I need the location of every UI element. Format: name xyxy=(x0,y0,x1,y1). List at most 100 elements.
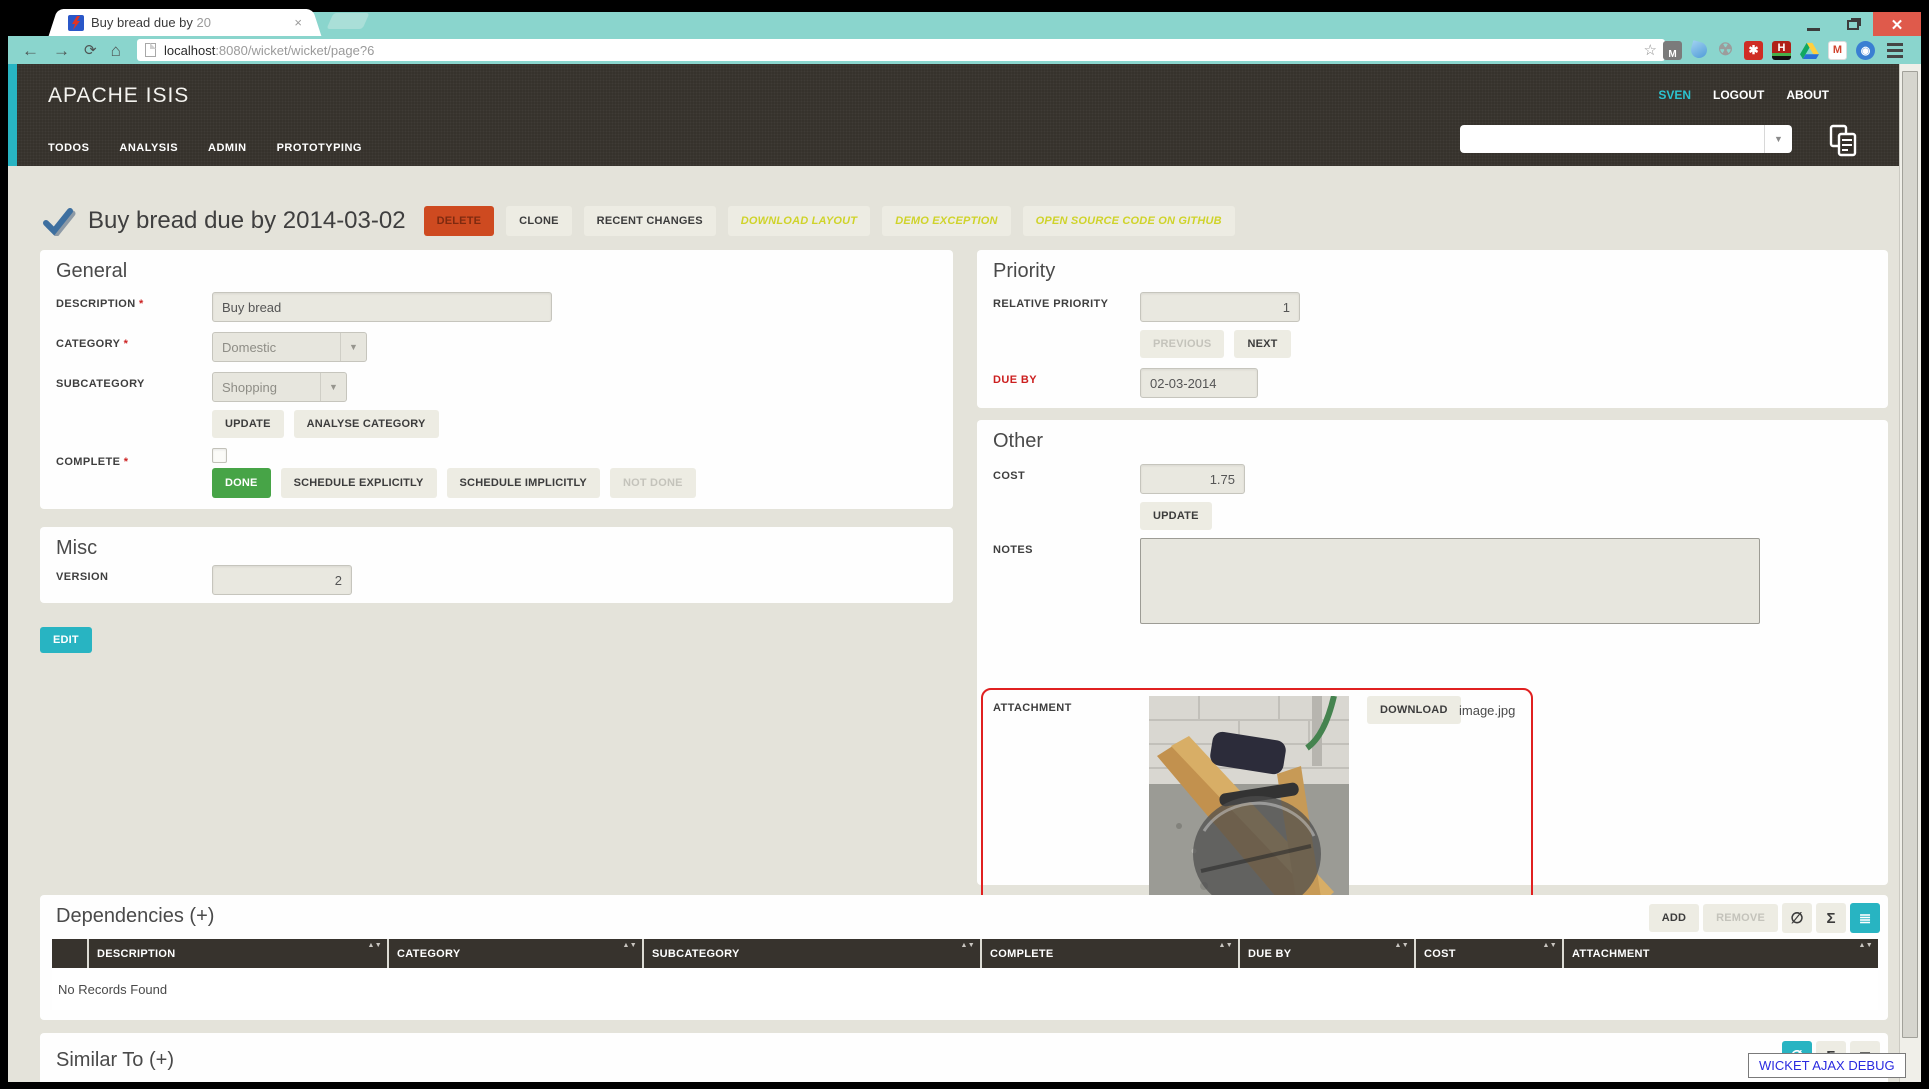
home-icon[interactable]: ⌂ xyxy=(111,42,121,59)
open-source-code-button[interactable]: OPEN SOURCE CODE ON GITHUB xyxy=(1023,206,1235,236)
extension-camera-icon[interactable]: ◉ xyxy=(1856,41,1875,60)
attachment-filename: image.jpg xyxy=(1459,703,1515,718)
list-view-icon[interactable]: ≣ xyxy=(1850,903,1880,933)
cost-field[interactable] xyxy=(1140,464,1245,494)
column-header[interactable]: DUE BY▲▼ xyxy=(1239,939,1415,968)
restore-button[interactable] xyxy=(1833,12,1873,38)
extension-feather-icon[interactable] xyxy=(1689,40,1709,60)
scrollbar-thumb[interactable] xyxy=(1902,71,1918,1038)
cost-update-button[interactable]: UPDATE xyxy=(1140,502,1212,530)
menu-item-analysis[interactable]: ANALYSIS xyxy=(119,142,178,154)
browser-tab[interactable]: Buy bread due by 20 × xyxy=(60,9,310,36)
tab-strip: Buy bread due by 20 × ✕ xyxy=(8,0,1921,36)
extension-radiation-icon[interactable]: ☢ xyxy=(1716,41,1735,60)
download-layout-button[interactable]: DOWNLOAD LAYOUT xyxy=(728,206,870,236)
description-field[interactable] xyxy=(212,292,552,322)
copy-documents-icon[interactable] xyxy=(1829,124,1859,158)
remove-button[interactable]: REMOVE xyxy=(1703,904,1778,932)
add-button[interactable]: ADD xyxy=(1649,904,1699,932)
sort-icon[interactable]: ▲▼ xyxy=(623,943,637,950)
minimize-button[interactable] xyxy=(1793,12,1833,38)
site-header: APACHE ISIS TODOS ANALYSIS ADMIN PROTOTY… xyxy=(8,64,1899,166)
column-header[interactable]: COMPLETE▲▼ xyxy=(981,939,1239,968)
header-search-combobox[interactable]: ▼ xyxy=(1460,125,1792,153)
analyse-category-button[interactable]: ANALYSE CATEGORY xyxy=(294,410,439,438)
sort-icon[interactable]: ▲▼ xyxy=(1219,943,1233,950)
edit-button[interactable]: EDIT xyxy=(40,627,92,653)
due-by-field[interactable] xyxy=(1140,368,1258,398)
wicket-ajax-debug-link[interactable]: WICKET AJAX DEBUG xyxy=(1748,1053,1906,1078)
sort-icon[interactable]: ▲▼ xyxy=(1395,943,1409,950)
scrollbar[interactable] xyxy=(1899,64,1921,1082)
subcategory-select[interactable]: Shopping▼ xyxy=(212,372,347,402)
sort-icon[interactable]: ▲▼ xyxy=(1543,943,1557,950)
delete-button[interactable]: DELETE xyxy=(424,206,495,236)
about-link[interactable]: ABOUT xyxy=(1786,88,1829,102)
column-header[interactable]: SUBCATEGORY▲▼ xyxy=(643,939,981,968)
address-bar[interactable]: localhost:8080/wicket/wicket/page?6 ☆ xyxy=(137,39,1665,61)
tab-close-icon[interactable]: × xyxy=(294,15,302,30)
menu-item-todos[interactable]: TODOS xyxy=(48,142,89,154)
header-accent-strip xyxy=(8,64,17,166)
sort-icon[interactable]: ▲▼ xyxy=(961,943,975,950)
menu-item-admin[interactable]: ADMIN xyxy=(208,142,247,154)
browser-menu-icon[interactable] xyxy=(1887,43,1903,58)
schedule-explicitly-button[interactable]: SCHEDULE EXPLICITLY xyxy=(281,468,437,498)
window-controls: ✕ xyxy=(1793,12,1921,38)
extension-m-icon[interactable]: M xyxy=(1663,41,1682,60)
clone-button[interactable]: CLONE xyxy=(506,206,572,236)
version-field[interactable] xyxy=(212,565,352,595)
similar-to-panel: Similar To (+) ∅ Σ ≣ xyxy=(40,1033,1888,1082)
sort-icon[interactable]: ▲▼ xyxy=(368,943,382,950)
hide-columns-icon[interactable]: ∅ xyxy=(1782,903,1812,933)
chevron-down-icon[interactable]: ▼ xyxy=(1764,125,1792,153)
brand-title: APACHE ISIS xyxy=(48,84,189,108)
entity-title-row: Buy bread due by 2014-03-02 DELETE CLONE… xyxy=(40,206,1235,236)
sort-icon[interactable]: ▲▼ xyxy=(1859,943,1873,950)
logout-link[interactable]: LOGOUT xyxy=(1713,88,1764,102)
column-header[interactable]: ATTACHMENT▲▼ xyxy=(1563,939,1878,968)
schedule-implicitly-button[interactable]: SCHEDULE IMPLICITLY xyxy=(447,468,600,498)
dependencies-controls: ADD REMOVE ∅ Σ ≣ xyxy=(1649,903,1880,933)
close-button[interactable]: ✕ xyxy=(1873,12,1921,38)
main-menu: TODOS ANALYSIS ADMIN PROTOTYPING xyxy=(48,142,362,154)
complete-checkbox[interactable] xyxy=(212,448,227,463)
update-button[interactable]: UPDATE xyxy=(212,410,284,438)
extension-row: M ☢ ✱ H M ◉ xyxy=(1663,38,1903,62)
empty-row: No Records Found xyxy=(52,968,1878,1010)
bookmark-star-icon[interactable]: ☆ xyxy=(1644,41,1657,59)
summary-sigma-icon[interactable]: Σ xyxy=(1816,903,1846,933)
priority-panel-title: Priority xyxy=(993,260,1055,283)
page-icon xyxy=(145,43,156,57)
demo-exception-button[interactable]: DEMO EXCEPTION xyxy=(882,206,1010,236)
extension-drive-icon[interactable] xyxy=(1800,41,1819,60)
forward-icon[interactable]: → xyxy=(53,42,70,59)
done-button[interactable]: DONE xyxy=(212,468,271,498)
extension-lastpass-icon[interactable]: ✱ xyxy=(1744,41,1763,60)
back-icon[interactable]: ← xyxy=(22,42,39,59)
table-header-row: DESCRIPTION▲▼ CATEGORY▲▼ SUBCATEGORY▲▼ C… xyxy=(52,939,1878,968)
extension-gmail-icon[interactable]: M xyxy=(1828,41,1847,60)
recent-changes-button[interactable]: RECENT CHANGES xyxy=(584,206,716,236)
page-title: Buy bread due by 2014-03-02 xyxy=(88,207,406,235)
previous-button[interactable]: PREVIOUS xyxy=(1140,330,1224,358)
column-header[interactable]: CATEGORY▲▼ xyxy=(388,939,643,968)
user-links: SVEN LOGOUT ABOUT xyxy=(1658,88,1829,102)
notes-textarea[interactable] xyxy=(1140,538,1760,624)
priority-panel: Priority RELATIVE PRIORITY PREVIOUS NEXT… xyxy=(977,250,1888,408)
not-done-button[interactable]: NOT DONE xyxy=(610,468,696,498)
relative-priority-field[interactable] xyxy=(1140,292,1300,322)
column-header[interactable]: COST▲▼ xyxy=(1415,939,1563,968)
cost-label: COST xyxy=(993,470,1025,482)
general-panel-title: General xyxy=(56,260,127,283)
reload-icon[interactable]: ⟳ xyxy=(84,43,97,58)
next-button[interactable]: NEXT xyxy=(1234,330,1290,358)
user-name-link[interactable]: SVEN xyxy=(1658,88,1691,102)
new-tab-button[interactable] xyxy=(326,13,369,29)
web-page: APACHE ISIS TODOS ANALYSIS ADMIN PROTOTY… xyxy=(8,64,1921,1082)
column-header[interactable]: DESCRIPTION▲▼ xyxy=(88,939,388,968)
category-select[interactable]: Domestic▼ xyxy=(212,332,367,362)
download-button[interactable]: DOWNLOAD xyxy=(1367,696,1461,724)
menu-item-prototyping[interactable]: PROTOTYPING xyxy=(277,142,362,154)
extension-h-icon[interactable]: H xyxy=(1772,41,1791,60)
